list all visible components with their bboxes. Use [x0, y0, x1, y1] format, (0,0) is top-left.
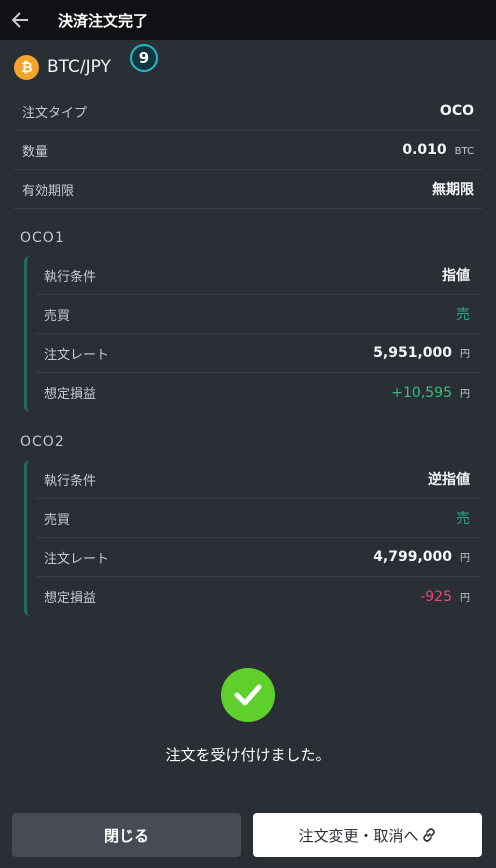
oco2-rate-label: 注文レート — [44, 551, 110, 567]
order-summary: 注文タイプ OCO 数量 0.010 BTC 有効期限 無期限 — [14, 92, 482, 209]
oco1-side-label: 売買 — [44, 308, 71, 324]
oco2-group: 執行条件 逆指値 売買 売 注文レート 4,799,000 円 想定損益 -92… — [24, 460, 480, 616]
svg-text:₿: ₿ — [21, 60, 32, 75]
oco1-rate-value-group: 5,951,000 円 — [373, 345, 470, 361]
oco2-rate-value-group: 4,799,000 円 — [373, 549, 470, 565]
oco1-side-value: 売 — [456, 307, 470, 323]
oco1-pnl-row: 想定損益 +10,595 円 — [36, 373, 480, 412]
quantity-value: 0.010 — [402, 142, 447, 158]
close-button[interactable]: 閉じる — [12, 813, 241, 857]
oco2-pnl-value: -925 — [420, 588, 452, 605]
oco1-side-row: 売買 売 — [36, 295, 480, 334]
pair-number-badge: 9 — [130, 44, 158, 72]
change-cancel-button-label: 注文変更・取消へ — [298, 826, 419, 845]
oco1-rail — [24, 256, 31, 412]
back-arrow-icon — [11, 12, 28, 28]
oco2-pnl-value-group: -925 円 — [420, 589, 470, 605]
page-title: 決済注文完了 — [58, 11, 149, 30]
oco1-pnl-label: 想定損益 — [44, 387, 97, 402]
back-button[interactable] — [0, 0, 40, 40]
success-check-icon — [221, 668, 275, 722]
close-button-label: 閉じる — [103, 826, 149, 845]
oco1-rate-label: 注文レート — [44, 347, 110, 363]
oco2-pnl-label: 想定損益 — [44, 591, 97, 606]
oco1-rate-row: 注文レート 5,951,000 円 — [36, 334, 480, 373]
quantity-label: 数量 — [22, 144, 49, 160]
completion-message: 注文を受け付けました。 — [165, 746, 331, 764]
oco1-pnl-value-group: +10,595 円 — [391, 385, 470, 401]
oco2-title: OCO2 — [20, 434, 65, 450]
oco1-condition-label: 執行条件 — [44, 269, 97, 285]
order-type-value: OCO — [439, 103, 474, 119]
order-type-label: 注文タイプ — [22, 105, 88, 121]
quantity-unit: BTC — [454, 146, 474, 157]
oco1-rate-value: 5,951,000 — [373, 345, 452, 361]
oco2-condition-label: 執行条件 — [44, 473, 97, 489]
oco2-side-row: 売買 売 — [36, 499, 480, 538]
oco2-condition-value: 逆指値 — [428, 472, 470, 488]
expiry-row: 有効期限 無期限 — [14, 170, 482, 209]
order-type-row: 注文タイプ OCO — [14, 92, 482, 131]
oco2-rate-unit: 円 — [460, 553, 470, 564]
oco2-pnl-row: 想定損益 -925 円 — [36, 577, 480, 616]
pair-label: BTC/JPY — [47, 57, 111, 77]
oco2-side-value: 売 — [456, 511, 470, 527]
oco2-pnl-unit: 円 — [460, 592, 470, 604]
link-icon — [422, 828, 435, 842]
oco1-condition-value: 指値 — [442, 268, 470, 284]
change-cancel-order-button[interactable]: 注文変更・取消へ — [253, 813, 482, 857]
oco1-rate-unit: 円 — [460, 349, 470, 360]
oco1-title: OCO1 — [20, 230, 65, 246]
oco2-condition-row: 執行条件 逆指値 — [36, 460, 480, 499]
oco2-rate-value: 4,799,000 — [373, 549, 452, 565]
quantity-value-group: 0.010 BTC — [402, 142, 474, 158]
top-bar: 決済注文完了 — [0, 0, 496, 40]
oco1-condition-row: 執行条件 指値 — [36, 256, 480, 295]
currency-pair: ₿ BTC/JPY — [14, 50, 111, 84]
oco1-group: 執行条件 指値 売買 売 注文レート 5,951,000 円 想定損益 +10,… — [24, 256, 480, 412]
oco2-rail — [24, 460, 31, 616]
bitcoin-icon: ₿ — [14, 54, 39, 80]
oco1-pnl-unit: 円 — [460, 388, 470, 400]
oco1-pnl-value: +10,595 — [391, 384, 452, 401]
oco2-side-label: 売買 — [44, 512, 71, 528]
oco2-rate-row: 注文レート 4,799,000 円 — [36, 538, 480, 577]
quantity-row: 数量 0.010 BTC — [14, 131, 482, 170]
expiry-label: 有効期限 — [22, 183, 75, 199]
expiry-value: 無期限 — [432, 182, 474, 198]
